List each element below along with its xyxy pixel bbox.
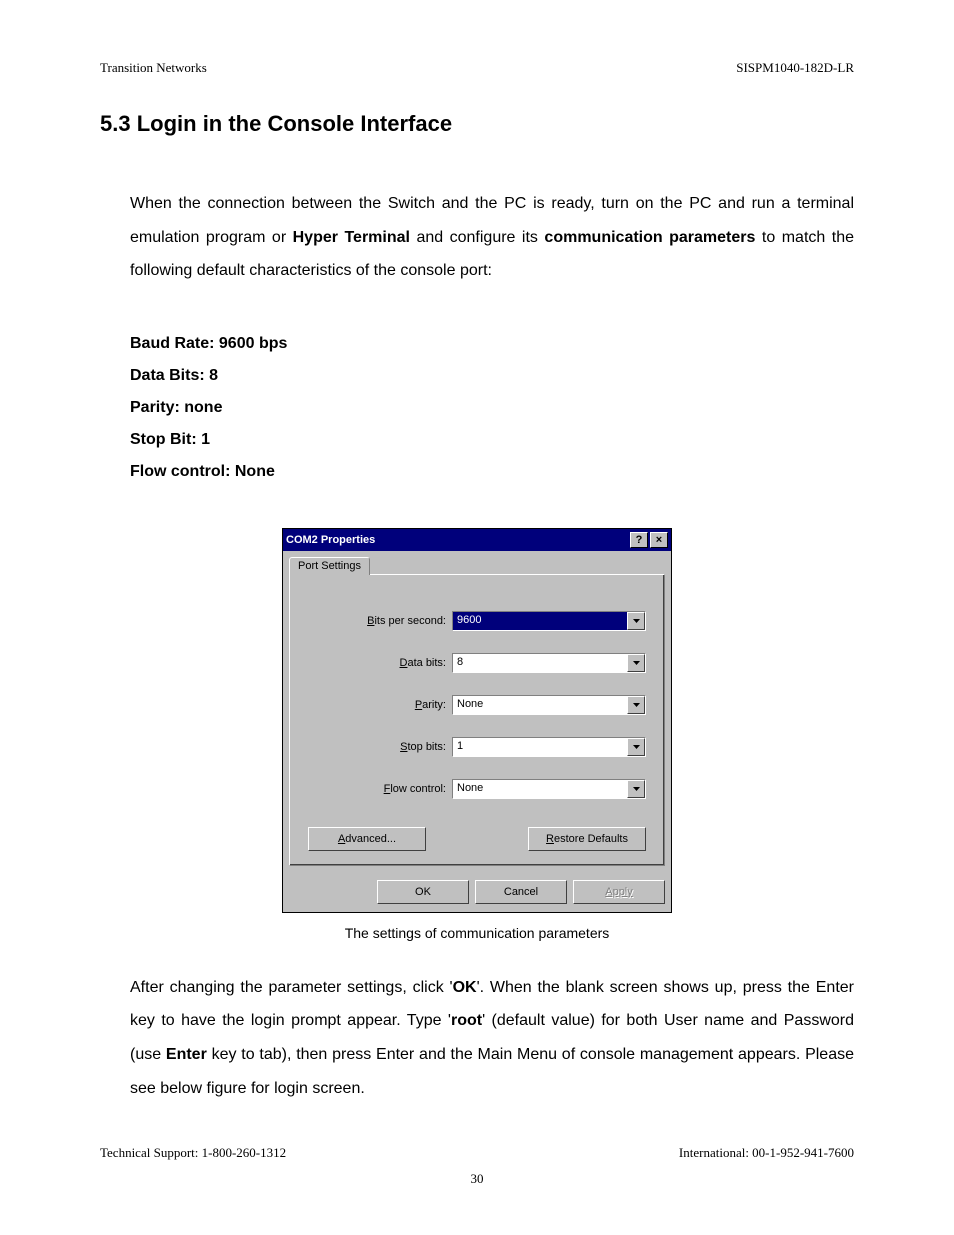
- chevron-down-icon[interactable]: [627, 612, 645, 630]
- param-databits: Data Bits: 8: [130, 360, 854, 392]
- combo-bits-per-second[interactable]: 9600: [452, 611, 646, 631]
- label-stop-bits: Stop bits:: [308, 741, 452, 753]
- label-data-bits: Data bits:: [308, 657, 452, 669]
- row-flow-control: Flow control: None: [308, 779, 646, 799]
- param-parity: Parity: none: [130, 392, 854, 424]
- combo-stop-bits[interactable]: 1: [452, 737, 646, 757]
- section-heading: 5.3 Login in the Console Interface: [100, 111, 854, 137]
- ok-button[interactable]: OK: [377, 880, 469, 904]
- chevron-down-icon[interactable]: [627, 654, 645, 672]
- label-parity: Parity:: [308, 699, 452, 711]
- help-button[interactable]: ?: [630, 532, 648, 548]
- header-right: SISPM1040-182D-LR: [736, 60, 854, 76]
- com-properties-dialog: COM2 Properties ? × Port Settings Bits p…: [282, 528, 672, 913]
- row-parity: Parity: None: [308, 695, 646, 715]
- dialog-footer: OK Cancel Apply: [283, 872, 671, 912]
- combo-value: 8: [453, 654, 627, 672]
- row-data-bits: Data bits: 8: [308, 653, 646, 673]
- advanced-button[interactable]: Advanced...: [308, 827, 426, 851]
- param-stopbit: Stop Bit: 1: [130, 424, 854, 456]
- page-number: 30: [100, 1171, 854, 1187]
- combo-parity[interactable]: None: [452, 695, 646, 715]
- row-bits-per-second: Bits per second: 9600: [308, 611, 646, 631]
- intro-bold-2: communication parameters: [544, 229, 755, 246]
- close-button[interactable]: ×: [650, 532, 668, 548]
- label-flow-control: Flow control:: [308, 783, 452, 795]
- chevron-down-icon[interactable]: [627, 780, 645, 798]
- tab-panel: Bits per second: 9600 Data bits: 8: [289, 574, 665, 866]
- parameter-list: Baud Rate: 9600 bps Data Bits: 8 Parity:…: [130, 328, 854, 488]
- figure-caption: The settings of communication parameters: [100, 925, 854, 941]
- combo-value: 9600: [453, 612, 627, 630]
- label-bits-per-second: Bits per second:: [308, 615, 452, 627]
- section-number: 5.3: [100, 111, 131, 136]
- chevron-down-icon[interactable]: [627, 738, 645, 756]
- intro-paragraph: When the connection between the Switch a…: [130, 187, 854, 288]
- dialog-titlebar[interactable]: COM2 Properties ? ×: [283, 529, 671, 551]
- param-baud: Baud Rate: 9600 bps: [130, 328, 854, 360]
- after-bold-1: OK: [453, 979, 477, 996]
- after-text-4: key to tab), then press Enter and the Ma…: [130, 1046, 854, 1097]
- dialog-title: COM2 Properties: [286, 534, 628, 546]
- tab-port-settings[interactable]: Port Settings: [289, 557, 370, 575]
- combo-data-bits[interactable]: 8: [452, 653, 646, 673]
- section-title: Login in the Console Interface: [137, 111, 452, 136]
- page-header: Transition Networks SISPM1040-182D-LR: [100, 60, 854, 76]
- chevron-down-icon[interactable]: [627, 696, 645, 714]
- after-paragraph: After changing the parameter settings, c…: [130, 971, 854, 1105]
- param-flow: Flow control: None: [130, 456, 854, 488]
- page-footer: Technical Support: 1-800-260-1312 Intern…: [100, 1145, 854, 1161]
- restore-defaults-button[interactable]: Restore Defaults: [528, 827, 646, 851]
- combo-value: None: [453, 780, 627, 798]
- cancel-button[interactable]: Cancel: [475, 880, 567, 904]
- apply-button[interactable]: Apply: [573, 880, 665, 904]
- row-stop-bits: Stop bits: 1: [308, 737, 646, 757]
- combo-value: 1: [453, 738, 627, 756]
- combo-value: None: [453, 696, 627, 714]
- footer-right: International: 00-1-952-941-7600: [679, 1145, 854, 1161]
- intro-text-2: and configure its: [410, 229, 544, 246]
- after-bold-2: root: [451, 1012, 482, 1029]
- after-text-1: After changing the parameter settings, c…: [130, 979, 453, 996]
- footer-left: Technical Support: 1-800-260-1312: [100, 1145, 286, 1161]
- tab-strip: Port Settings: [289, 557, 665, 575]
- combo-flow-control[interactable]: None: [452, 779, 646, 799]
- after-bold-3: Enter: [166, 1046, 207, 1063]
- intro-bold-1: Hyper Terminal: [293, 229, 410, 246]
- header-left: Transition Networks: [100, 60, 207, 76]
